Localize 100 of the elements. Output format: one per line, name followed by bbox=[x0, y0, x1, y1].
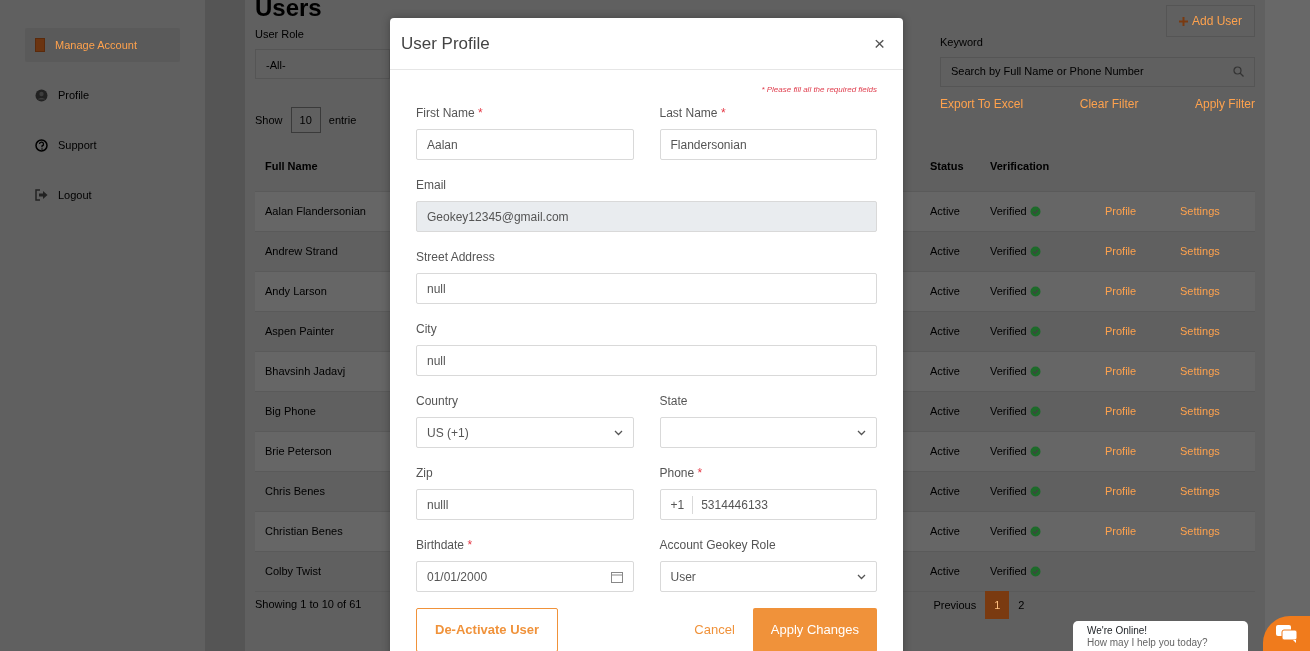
check-circle-icon bbox=[1029, 486, 1041, 498]
table-cell: Active bbox=[920, 231, 980, 271]
profile-link[interactable]: Profile bbox=[1105, 324, 1137, 337]
settings-link[interactable]: Settings bbox=[1180, 284, 1220, 297]
chevron-down-icon bbox=[857, 429, 866, 436]
chevron-down-icon bbox=[857, 573, 866, 580]
table-cell: Active bbox=[920, 431, 980, 471]
logout-icon bbox=[35, 189, 48, 201]
page-link[interactable]: Previous bbox=[924, 590, 986, 619]
field-label: Phone * bbox=[659, 465, 704, 482]
calendar-icon bbox=[610, 570, 623, 583]
settings-link[interactable]: Settings bbox=[1180, 444, 1220, 457]
field-label: Email bbox=[416, 177, 447, 194]
search-icon bbox=[1233, 66, 1244, 77]
field-label: First Name * bbox=[416, 105, 484, 122]
select-field[interactable] bbox=[659, 417, 877, 448]
role-select[interactable]: -All- bbox=[255, 48, 390, 79]
deactivate-button[interactable]: De-Activate User bbox=[416, 608, 559, 651]
column-header: Full Name bbox=[255, 141, 380, 191]
phone-field[interactable]: +1 5314446133 bbox=[659, 489, 877, 520]
select-field[interactable]: User bbox=[659, 561, 877, 592]
text-field[interactable]: Aalan bbox=[416, 129, 634, 160]
check-circle-icon bbox=[1029, 526, 1041, 538]
sidebar-item[interactable]: Logout bbox=[25, 178, 180, 212]
settings-link[interactable]: Settings bbox=[1180, 244, 1220, 257]
chat-title: We're Online! bbox=[1087, 625, 1149, 637]
document-icon bbox=[35, 38, 45, 52]
page-link[interactable]: 2 bbox=[1009, 590, 1034, 619]
filter-link[interactable]: Apply Filter bbox=[1194, 94, 1255, 113]
apply-changes-button[interactable]: Apply Changes bbox=[752, 608, 877, 651]
modal-title: User Profile bbox=[401, 32, 490, 55]
table-cell: Active bbox=[920, 311, 980, 351]
sidebar-item[interactable]: Profile bbox=[25, 78, 180, 112]
table-cell: Verified bbox=[990, 564, 1027, 577]
check-circle-icon bbox=[1029, 246, 1041, 258]
text-field[interactable]: nulll bbox=[416, 489, 634, 520]
filter-link[interactable]: Export To Excel bbox=[940, 94, 1024, 113]
profile-link[interactable]: Profile bbox=[1105, 444, 1137, 457]
settings-link[interactable]: Settings bbox=[1180, 204, 1220, 217]
table-cell: Brie Peterson bbox=[255, 431, 380, 471]
cancel-button[interactable]: Cancel bbox=[676, 608, 753, 651]
profile-link[interactable]: Profile bbox=[1105, 204, 1137, 217]
profile-link[interactable]: Profile bbox=[1105, 404, 1137, 417]
text-field: Geokey12345@gmail.com bbox=[416, 201, 877, 232]
entries-select[interactable]: 10 bbox=[290, 106, 321, 133]
entries-label: entrie bbox=[328, 112, 357, 128]
text-field[interactable]: Flandersonian bbox=[659, 129, 877, 160]
table-cell: Active bbox=[920, 391, 980, 431]
table-cell: Active bbox=[920, 271, 980, 311]
date-value: 01/01/2000 bbox=[427, 568, 488, 586]
table-cell: Andy Larson bbox=[255, 271, 380, 311]
check-circle-icon bbox=[1029, 446, 1041, 458]
chat-subtitle: How may I help you today? bbox=[1087, 637, 1209, 649]
profile-link[interactable]: Profile bbox=[1105, 524, 1137, 537]
check-circle-icon bbox=[1029, 406, 1041, 418]
column-header: Verification bbox=[980, 141, 1095, 191]
table-cell: Verified bbox=[990, 524, 1027, 537]
text-field[interactable]: null bbox=[416, 273, 877, 304]
table-cell: Aalan Flandersonian bbox=[255, 191, 380, 231]
field-label: User Role bbox=[255, 27, 305, 42]
table-cell: Verified bbox=[990, 404, 1027, 417]
sidebar-item[interactable]: Support bbox=[25, 128, 180, 162]
table-cell: Verified bbox=[990, 324, 1027, 337]
settings-link[interactable]: Settings bbox=[1180, 484, 1220, 497]
column-header: Status bbox=[920, 141, 980, 191]
filter-link[interactable]: Clear Filter bbox=[1079, 94, 1139, 113]
add-user-button[interactable]: Add User bbox=[1165, 5, 1255, 37]
table-cell: Aspen Painter bbox=[255, 311, 380, 351]
table-cell: Verified bbox=[990, 284, 1027, 297]
table-cell: Verified bbox=[990, 364, 1027, 377]
table-cell: Andrew Strand bbox=[255, 231, 380, 271]
settings-link[interactable]: Settings bbox=[1180, 524, 1220, 537]
profile-link[interactable]: Profile bbox=[1105, 244, 1137, 257]
close-button[interactable]: × bbox=[869, 34, 889, 53]
chat-button[interactable] bbox=[1263, 616, 1310, 651]
table-cell: Christian Benes bbox=[255, 511, 380, 551]
search-field[interactable]: Search by Full Name or Phone Number bbox=[940, 56, 1255, 87]
table-cell: Active bbox=[920, 471, 980, 511]
settings-link[interactable]: Settings bbox=[1180, 364, 1220, 377]
page-link[interactable]: 1 bbox=[985, 590, 1010, 619]
text-field[interactable]: null bbox=[416, 345, 877, 376]
sidebar-item[interactable]: Manage Account bbox=[25, 28, 180, 62]
profile-link[interactable]: Profile bbox=[1105, 284, 1137, 297]
settings-link[interactable]: Settings bbox=[1180, 324, 1220, 337]
entries-info: Showing 1 to 10 of 61 bbox=[255, 596, 362, 612]
field-label: City bbox=[416, 321, 438, 338]
settings-link[interactable]: Settings bbox=[1180, 404, 1220, 417]
entries-label: Show bbox=[255, 112, 283, 128]
check-circle-icon bbox=[1029, 366, 1041, 378]
table-cell: Active bbox=[920, 551, 980, 591]
profile-link[interactable]: Profile bbox=[1105, 364, 1137, 377]
select-field[interactable]: US (+1) bbox=[416, 417, 634, 448]
phone-value: 5314446133 bbox=[692, 495, 768, 514]
search-placeholder: Search by Full Name or Phone Number bbox=[951, 64, 1144, 80]
date-field[interactable]: 01/01/2000 bbox=[416, 561, 634, 592]
field-label: Birthdate * bbox=[416, 537, 474, 554]
table-cell: Chris Benes bbox=[255, 471, 380, 511]
table-cell: Active bbox=[920, 351, 980, 391]
profile-link[interactable]: Profile bbox=[1105, 484, 1137, 497]
select-value: User bbox=[670, 568, 696, 586]
